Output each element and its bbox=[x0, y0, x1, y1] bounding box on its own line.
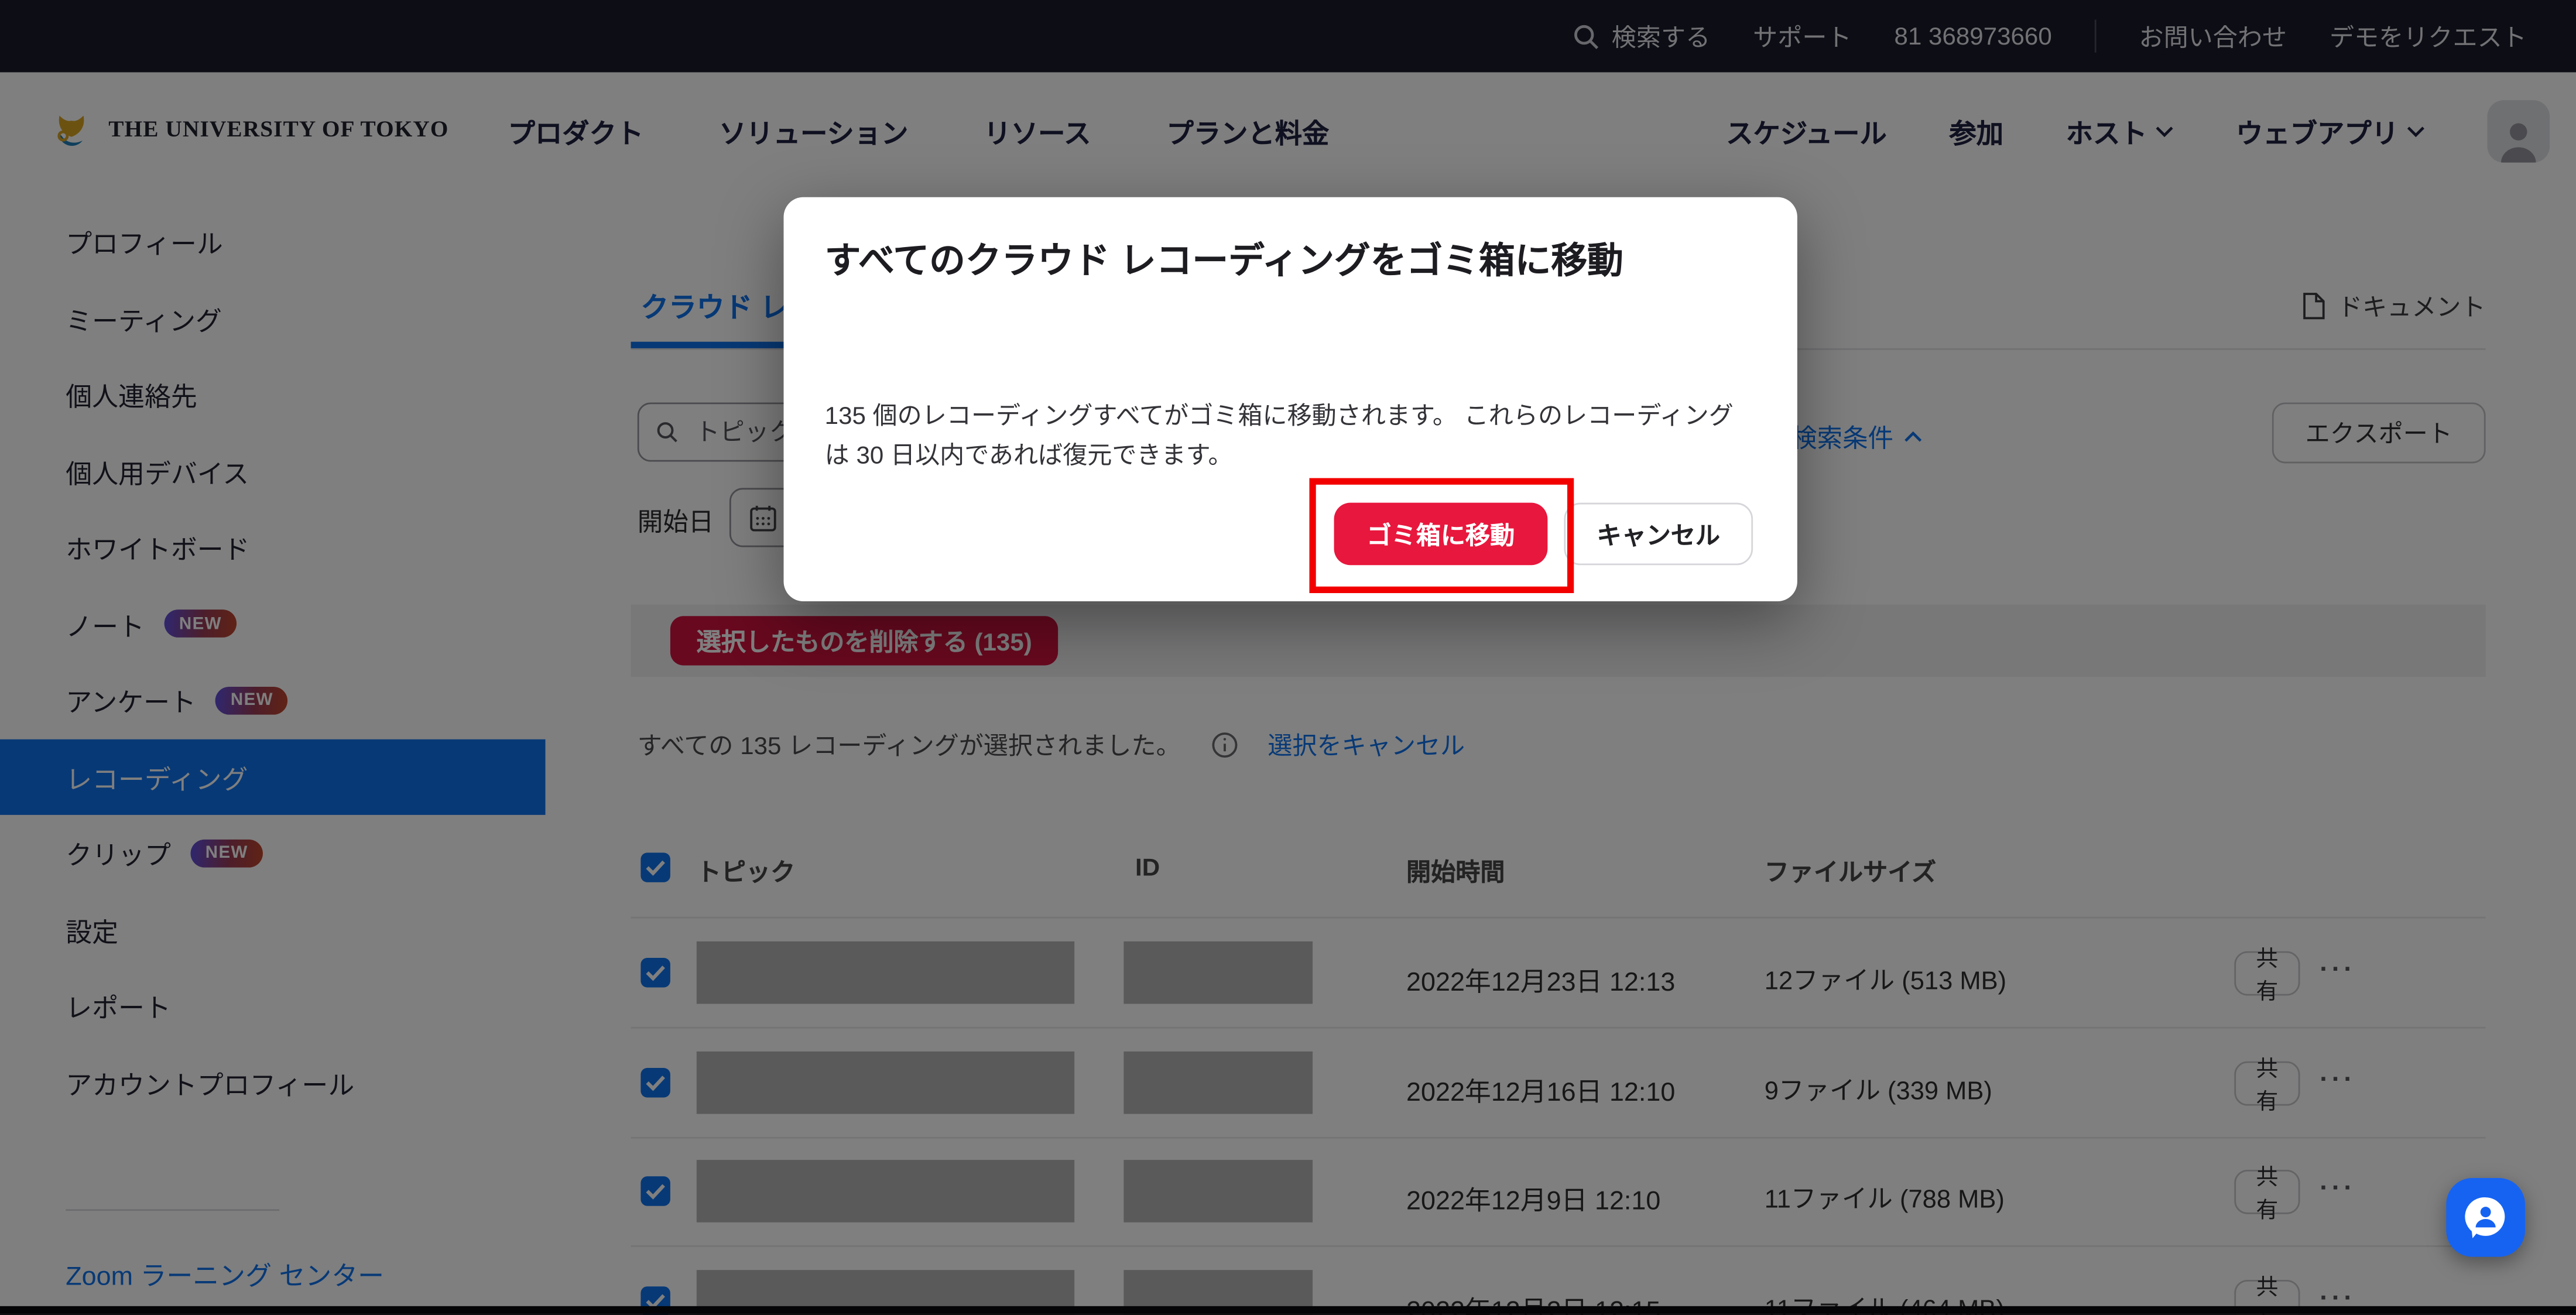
bottom-edge-strip bbox=[0, 1305, 2576, 1314]
contact-chat-button[interactable] bbox=[2446, 1178, 2525, 1257]
annotation-highlight-box bbox=[1309, 478, 1574, 593]
screenshot-stage: 検索する サポート 81 368973660 お問い合わせ デモをリクエスト T… bbox=[0, 0, 2576, 1315]
cancel-button[interactable]: キャンセル bbox=[1564, 503, 1753, 566]
dialog-body-text: 135 個のレコーディングすべてがゴミ箱に移動されます。 これらのレコーディング… bbox=[825, 398, 1745, 477]
dialog-title: すべてのクラウド レコーディングをゴミ箱に移動 bbox=[825, 233, 1636, 287]
zoom-web-portal: 検索する サポート 81 368973660 お問い合わせ デモをリクエスト T… bbox=[0, 0, 2576, 1314]
chat-person-icon bbox=[2461, 1193, 2510, 1242]
move-to-trash-dialog: すべてのクラウド レコーディングをゴミ箱に移動 135 個のレコーディングすべて… bbox=[784, 197, 1797, 601]
